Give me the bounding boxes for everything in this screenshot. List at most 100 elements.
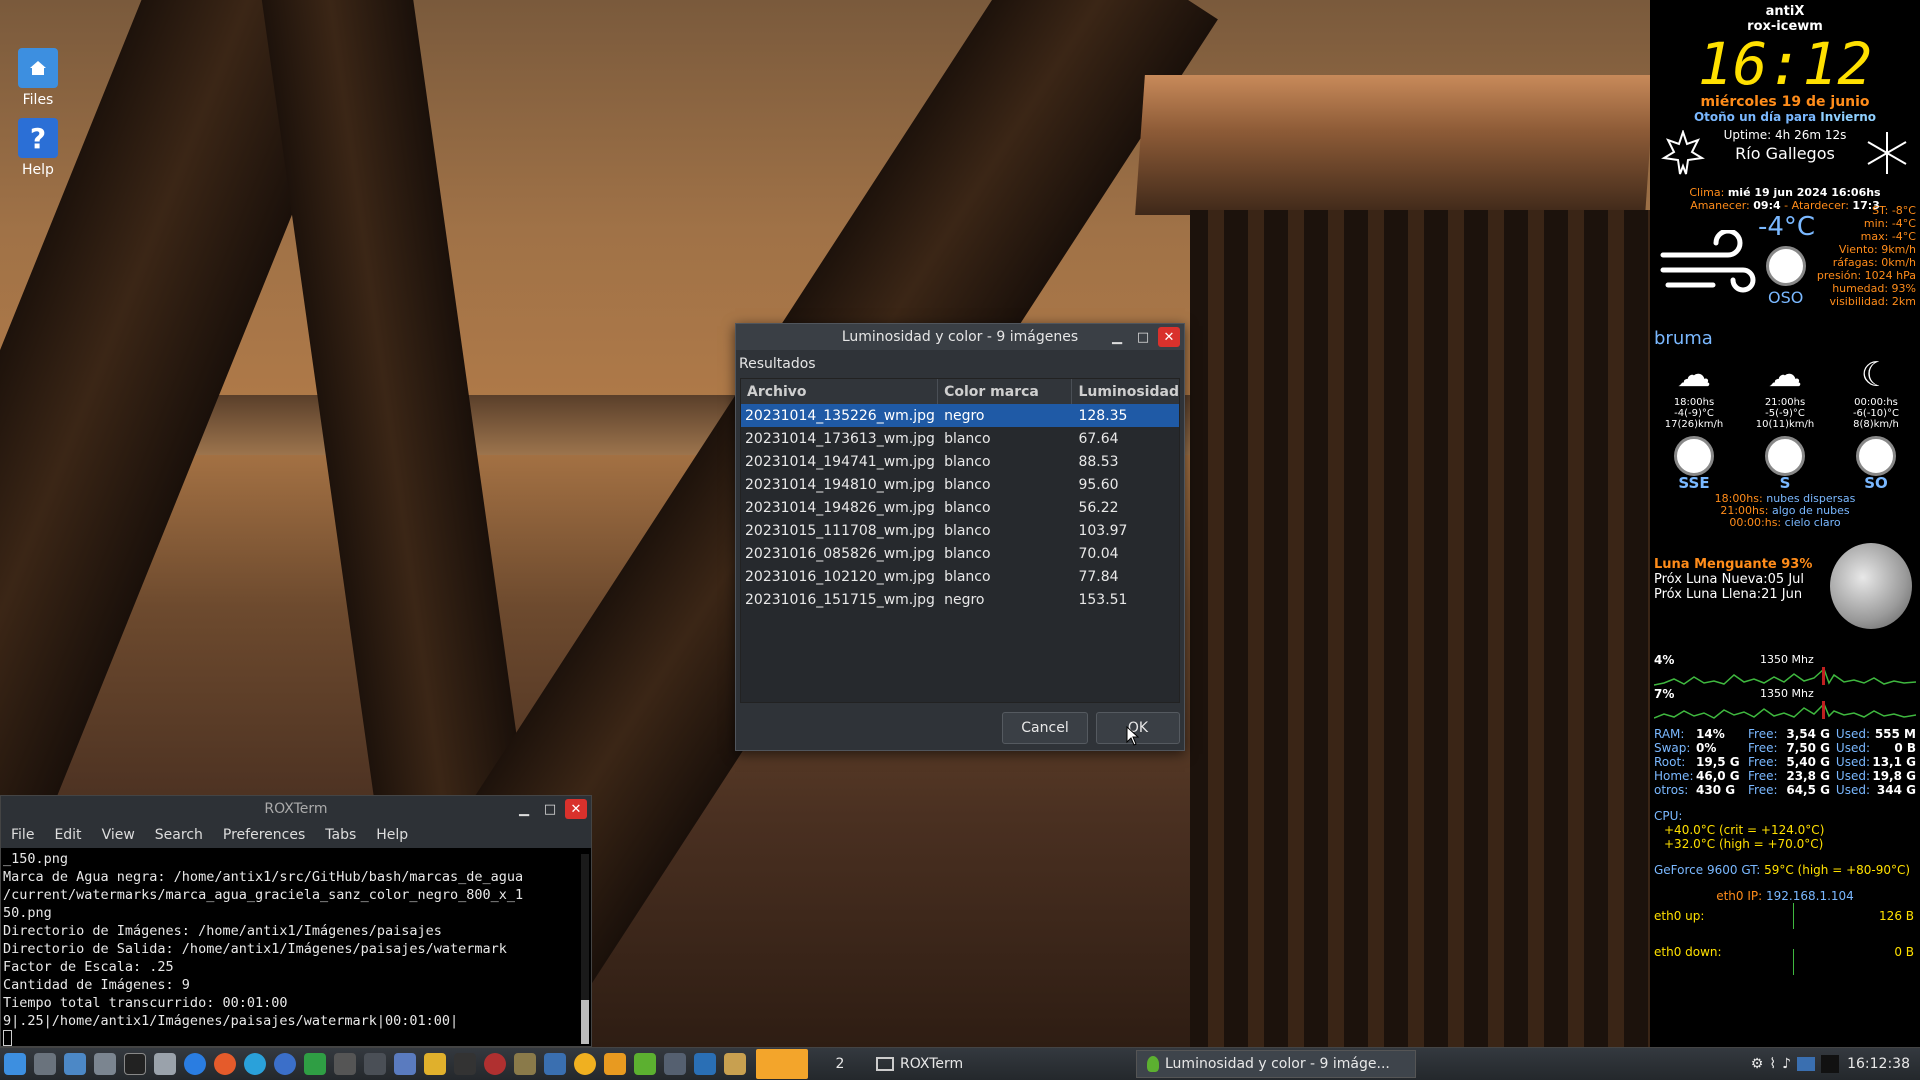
task-luminosidad[interactable]: Luminosidad y color - 9 imáge... bbox=[1136, 1050, 1416, 1078]
volume-icon[interactable]: ♪ bbox=[1782, 1056, 1791, 1072]
forecast-item: ☁ 18:00hs -4(-9)°C 17(26)km/h SSE bbox=[1654, 353, 1734, 491]
workspace-1[interactable] bbox=[756, 1049, 808, 1079]
table-row[interactable]: 20231014_194741_wm.jpg blanco 88.53 bbox=[741, 450, 1179, 473]
cell-luminosity: 67.64 bbox=[1078, 430, 1119, 447]
menu-view[interactable]: View bbox=[92, 827, 145, 843]
terminal-titlebar[interactable]: ROXTerm ▁ □ ✕ bbox=[1, 796, 591, 822]
minimize-icon[interactable]: ▁ bbox=[513, 799, 535, 819]
menu-tabs[interactable]: Tabs bbox=[315, 827, 366, 843]
telegram-icon[interactable] bbox=[244, 1053, 266, 1075]
cpu-tray-icon[interactable] bbox=[1821, 1055, 1840, 1073]
video-icon[interactable] bbox=[454, 1053, 476, 1075]
conky-up: 126 B bbox=[1879, 909, 1914, 923]
task-roxterm[interactable]: ROXTerm bbox=[866, 1050, 1136, 1078]
table-row[interactable]: 20231016_151715_wm.jpg negro 153.51 bbox=[741, 588, 1179, 611]
forecast-dir: SO bbox=[1864, 474, 1888, 492]
desktop-icon-files[interactable]: Files bbox=[14, 48, 62, 108]
taskbar: 2 ROXTerm Luminosidad y color - 9 imáge.… bbox=[0, 1047, 1920, 1080]
menu-help[interactable]: Help bbox=[366, 827, 418, 843]
mem-free: 3,54 G bbox=[1786, 727, 1830, 741]
conky-season: Otoño un día para bbox=[1693, 110, 1817, 124]
menu-preferences[interactable]: Preferences bbox=[213, 827, 315, 843]
terminal-line: Directorio de Imágenes: /home/antix1/Imá… bbox=[3, 923, 442, 939]
settings-tray-icon[interactable]: ⚙ bbox=[1751, 1056, 1764, 1072]
scrollbar-thumb[interactable] bbox=[581, 1000, 589, 1044]
browser-icon[interactable] bbox=[184, 1053, 206, 1075]
net-up-graph bbox=[1793, 903, 1794, 929]
weather-icon[interactable] bbox=[574, 1053, 596, 1075]
firefox-icon[interactable] bbox=[214, 1053, 236, 1075]
menu-edit[interactable]: Edit bbox=[44, 827, 91, 843]
conky-down: 0 B bbox=[1894, 945, 1914, 959]
table-row[interactable]: 20231014_194826_wm.jpg blanco 56.22 bbox=[741, 496, 1179, 519]
mem-used-label: Used: bbox=[1835, 783, 1870, 797]
network-icon[interactable] bbox=[394, 1053, 416, 1075]
table-row[interactable]: 20231015_111708_wm.jpg blanco 103.97 bbox=[741, 519, 1179, 542]
terminal-line: _150.png bbox=[3, 851, 69, 867]
conky-temp1: +40.0°C (crit = +124.0°C) bbox=[1664, 823, 1825, 837]
workspace-2[interactable]: 2 bbox=[814, 1056, 866, 1072]
forecast-wind: 10(11)km/h bbox=[1755, 419, 1815, 430]
terminal-icon[interactable] bbox=[124, 1053, 146, 1075]
taskbar-clock[interactable]: 16:12:38 bbox=[1847, 1056, 1910, 1072]
editor-icon[interactable] bbox=[634, 1053, 656, 1075]
chart-icon[interactable] bbox=[694, 1053, 716, 1075]
compass-icon bbox=[1766, 246, 1806, 286]
table-row[interactable]: 20231016_102120_wm.jpg blanco 77.84 bbox=[741, 565, 1179, 588]
maximize-icon[interactable]: □ bbox=[1132, 327, 1154, 347]
archive-icon[interactable] bbox=[94, 1053, 116, 1075]
mem-free: 7,50 G bbox=[1786, 741, 1830, 755]
column-header-luminosidad[interactable]: Luminosidad bbox=[1072, 379, 1179, 404]
menu-search[interactable]: Search bbox=[145, 827, 213, 843]
cell-file: 20231016_102120_wm.jpg bbox=[745, 568, 935, 585]
minimize-icon[interactable]: ▁ bbox=[1106, 327, 1128, 347]
show-desktop-icon[interactable] bbox=[34, 1053, 56, 1075]
image-viewer-icon[interactable] bbox=[424, 1053, 446, 1075]
notes-icon[interactable] bbox=[154, 1053, 176, 1075]
file-manager-icon[interactable] bbox=[64, 1053, 86, 1075]
monitor-icon[interactable] bbox=[544, 1053, 566, 1075]
cell-file: 20231016_085826_wm.jpg bbox=[745, 545, 935, 562]
maximize-icon[interactable]: □ bbox=[539, 799, 561, 819]
table-row[interactable]: 20231014_173613_wm.jpg blanco 67.64 bbox=[741, 427, 1179, 450]
terminal-output[interactable]: _150.png Marca de Agua negra: /home/antix… bbox=[1, 848, 591, 1046]
terminal-line: /current/watermarks/marca_agua_graciela_… bbox=[3, 887, 524, 903]
compass-icon bbox=[1765, 436, 1805, 476]
cancel-button[interactable]: Cancel bbox=[1002, 712, 1088, 744]
conky-wind-dir: OSO bbox=[1768, 288, 1804, 307]
owl-icon[interactable] bbox=[334, 1053, 356, 1075]
package-icon[interactable] bbox=[604, 1053, 626, 1075]
menu-file[interactable]: File bbox=[1, 827, 44, 843]
conky-up-label: eth0 up: bbox=[1654, 909, 1705, 923]
start-menu-icon[interactable] bbox=[4, 1053, 26, 1075]
column-header-color[interactable]: Color marca bbox=[938, 379, 1073, 404]
table-row[interactable]: 20231014_135226_wm.jpg negro 128.35 bbox=[741, 404, 1179, 427]
net-down-graph bbox=[1793, 949, 1794, 975]
close-icon[interactable]: ✕ bbox=[1158, 327, 1180, 347]
terminal-scrollbar[interactable] bbox=[581, 854, 589, 1044]
dialog-titlebar[interactable]: Luminosidad y color - 9 imágenes ▁ □ ✕ bbox=[736, 324, 1184, 350]
wallpaper-pier bbox=[1190, 210, 1650, 1047]
forecast-wind: 17(26)km/h bbox=[1664, 419, 1724, 430]
monitor-tray-icon[interactable] bbox=[1797, 1057, 1816, 1071]
spreadsheet-icon[interactable] bbox=[304, 1053, 326, 1075]
inkscape-icon[interactable] bbox=[364, 1053, 386, 1075]
calculator-icon[interactable] bbox=[664, 1053, 686, 1075]
mem-used-label: Used: bbox=[1835, 727, 1870, 741]
terminal-icon bbox=[876, 1057, 894, 1071]
media-player-icon[interactable] bbox=[484, 1053, 506, 1075]
terminal-line: 50.png bbox=[3, 905, 52, 921]
broom-icon[interactable] bbox=[724, 1053, 746, 1075]
cell-file: 20231016_151715_wm.jpg bbox=[745, 591, 935, 608]
forecast-temp: -4(-9)°C bbox=[1674, 408, 1714, 419]
cell-file: 20231014_173613_wm.jpg bbox=[745, 430, 935, 447]
desktop-icon-help[interactable]: ? Help bbox=[14, 118, 62, 178]
clip-tray-icon[interactable]: ⌇ bbox=[1769, 1056, 1776, 1072]
table-row[interactable]: 20231016_085826_wm.jpg blanco 70.04 bbox=[741, 542, 1179, 565]
close-icon[interactable]: ✕ bbox=[565, 799, 587, 819]
cocktail-icon[interactable] bbox=[514, 1053, 536, 1075]
column-header-archivo[interactable]: Archivo bbox=[741, 379, 939, 404]
table-row[interactable]: 20231014_194810_wm.jpg blanco 95.60 bbox=[741, 473, 1179, 496]
mem-free-label: Free: bbox=[1748, 769, 1778, 783]
qbittorrent-icon[interactable] bbox=[274, 1053, 296, 1075]
